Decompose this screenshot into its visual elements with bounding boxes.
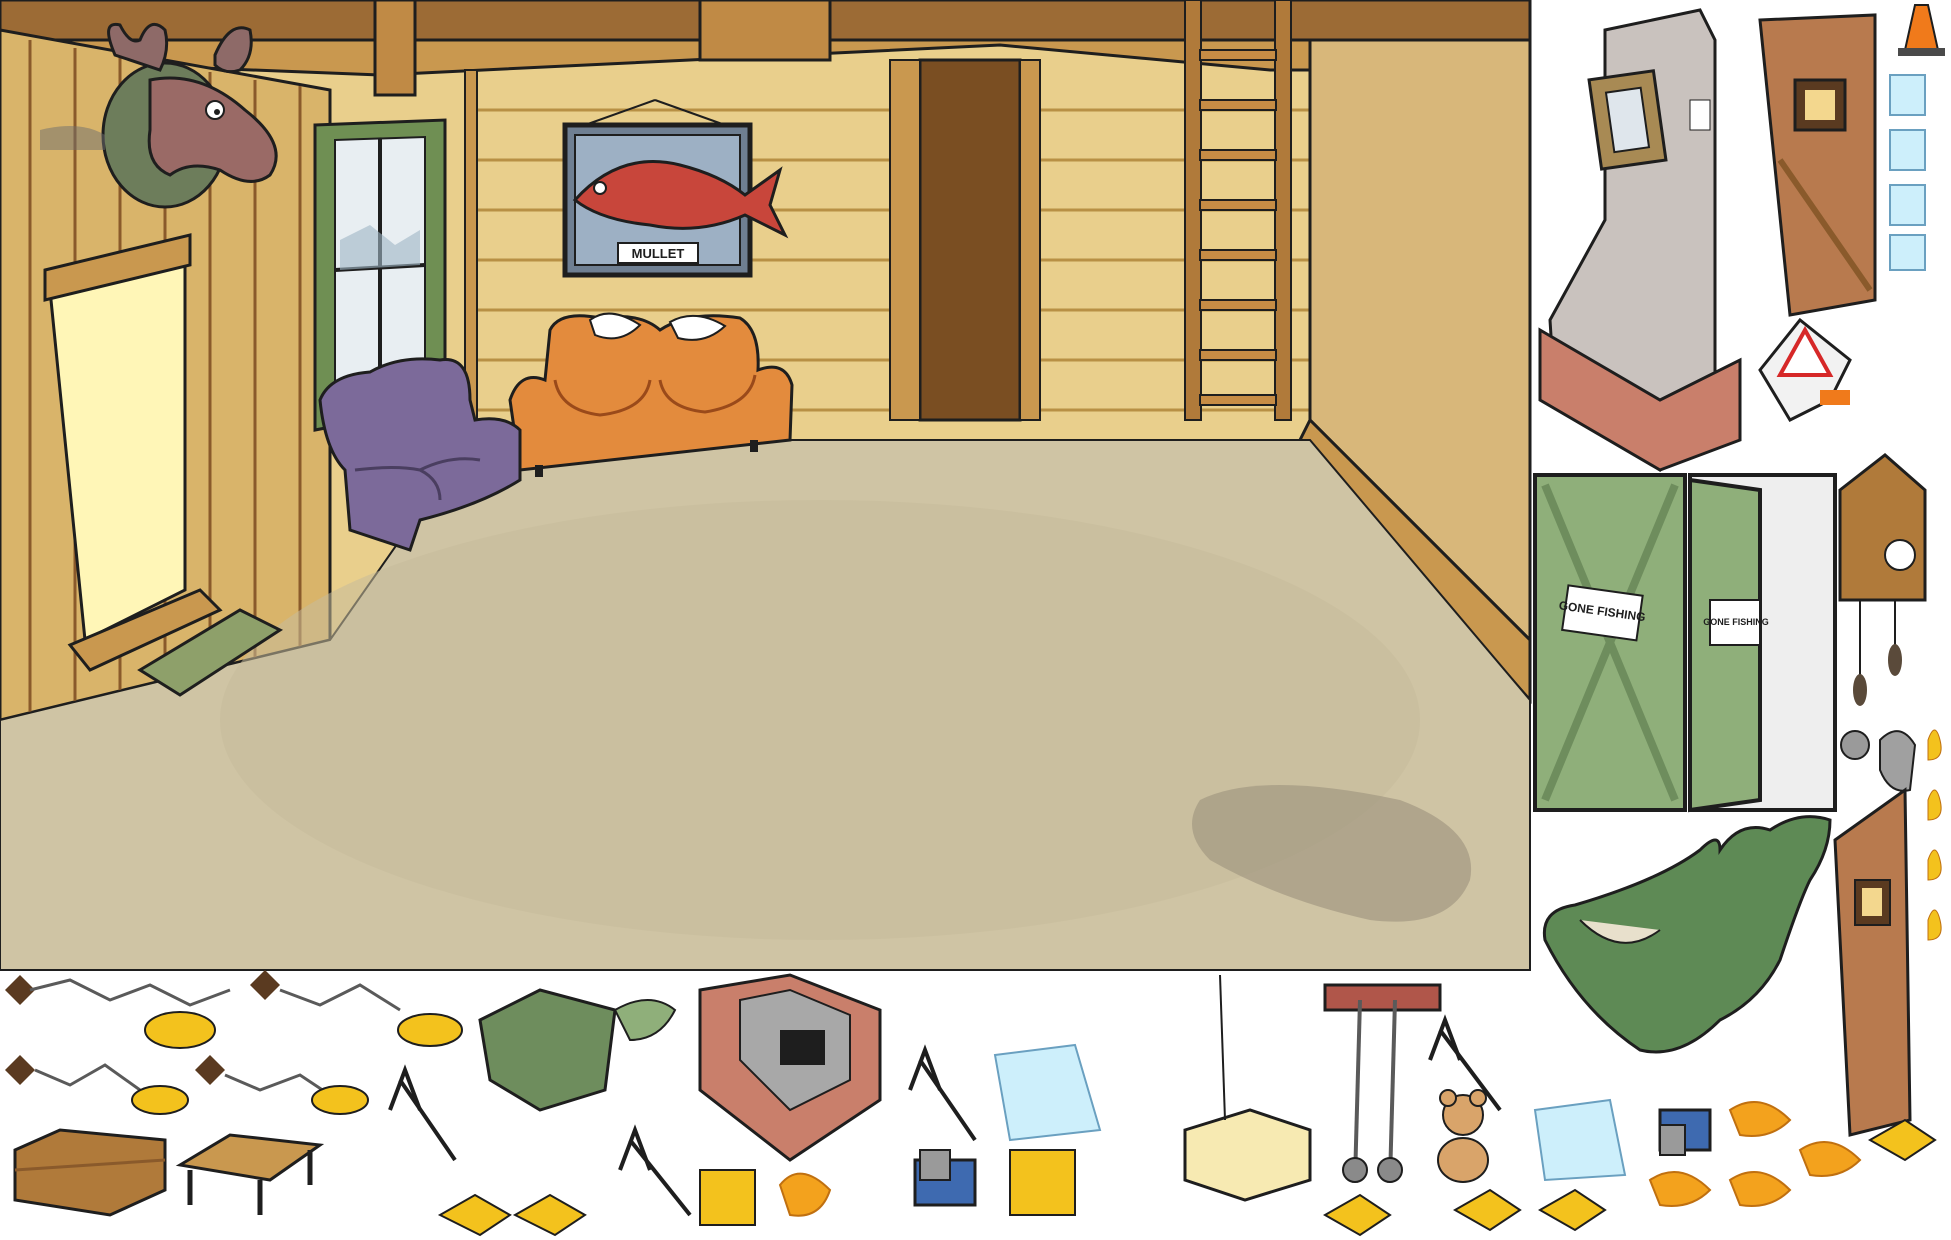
ceiling-post-left <box>373 0 417 97</box>
green-door-closed-sprite: GONE FISHING <box>1533 473 1687 812</box>
gone-fishing-sign-open: GONE FISHING <box>1703 617 1769 627</box>
doorway-frame-right <box>1019 59 1041 421</box>
green-ottoman-sprite <box>478 988 677 1112</box>
cooler-sprite <box>1183 974 1312 1202</box>
room-scene: MULLET <box>0 0 1532 971</box>
cuckoo-clock-sprite <box>1838 453 1927 706</box>
accordion-fish-sprite-3 <box>5 1055 189 1115</box>
green-armchair-sprite <box>1542 815 1832 1054</box>
small-table-sprite <box>175 1133 325 1215</box>
traffic-cone-sprite <box>1903 4 1940 51</box>
blue-tackle-box-sprite-2 <box>1658 1108 1712 1156</box>
yellow-board-game-sprite <box>699 1169 756 1226</box>
back-doorway[interactable] <box>918 58 1022 422</box>
accordion-fish-sprite-4 <box>195 1055 369 1115</box>
blue-tackle-box-sprite <box>913 1149 977 1207</box>
sprite-sheet-canvas: MULLET GONE FISHING GONE FISHING <box>0 0 1945 1237</box>
wooden-door-sprite <box>1758 13 1877 317</box>
wooden-door-sprite-2 <box>1833 787 1912 1137</box>
connect-four-board-sprite <box>1009 1149 1076 1216</box>
sprite-column-right: GONE FISHING GONE FISHING <box>1533 4 1945 1137</box>
flame-sprites <box>1927 729 1942 941</box>
teddy-bear-sprite <box>1437 1089 1489 1183</box>
accordion-fish-sprite-2 <box>250 970 463 1047</box>
ceiling-post <box>698 0 832 62</box>
plaque-label: MULLET <box>632 246 685 261</box>
fish-plaque: MULLET <box>562 99 789 278</box>
warning-sign-sprite <box>1758 317 1852 422</box>
accordion-fish-sprite-1 <box>5 975 231 1049</box>
green-door-open-sprite: GONE FISHING <box>1688 473 1837 813</box>
stone-fireplace-sprite <box>1538 8 1742 473</box>
fishing-rod-rack-sprite <box>1323 983 1442 1183</box>
doorway-frame-left <box>889 59 921 421</box>
wooden-crate-sprite <box>13 1128 167 1217</box>
cone-base <box>1898 48 1945 56</box>
small-fireplace-sprite <box>698 973 882 1162</box>
sticky-note-sprites <box>1889 74 1926 271</box>
faucet-sprite <box>1840 730 1917 792</box>
